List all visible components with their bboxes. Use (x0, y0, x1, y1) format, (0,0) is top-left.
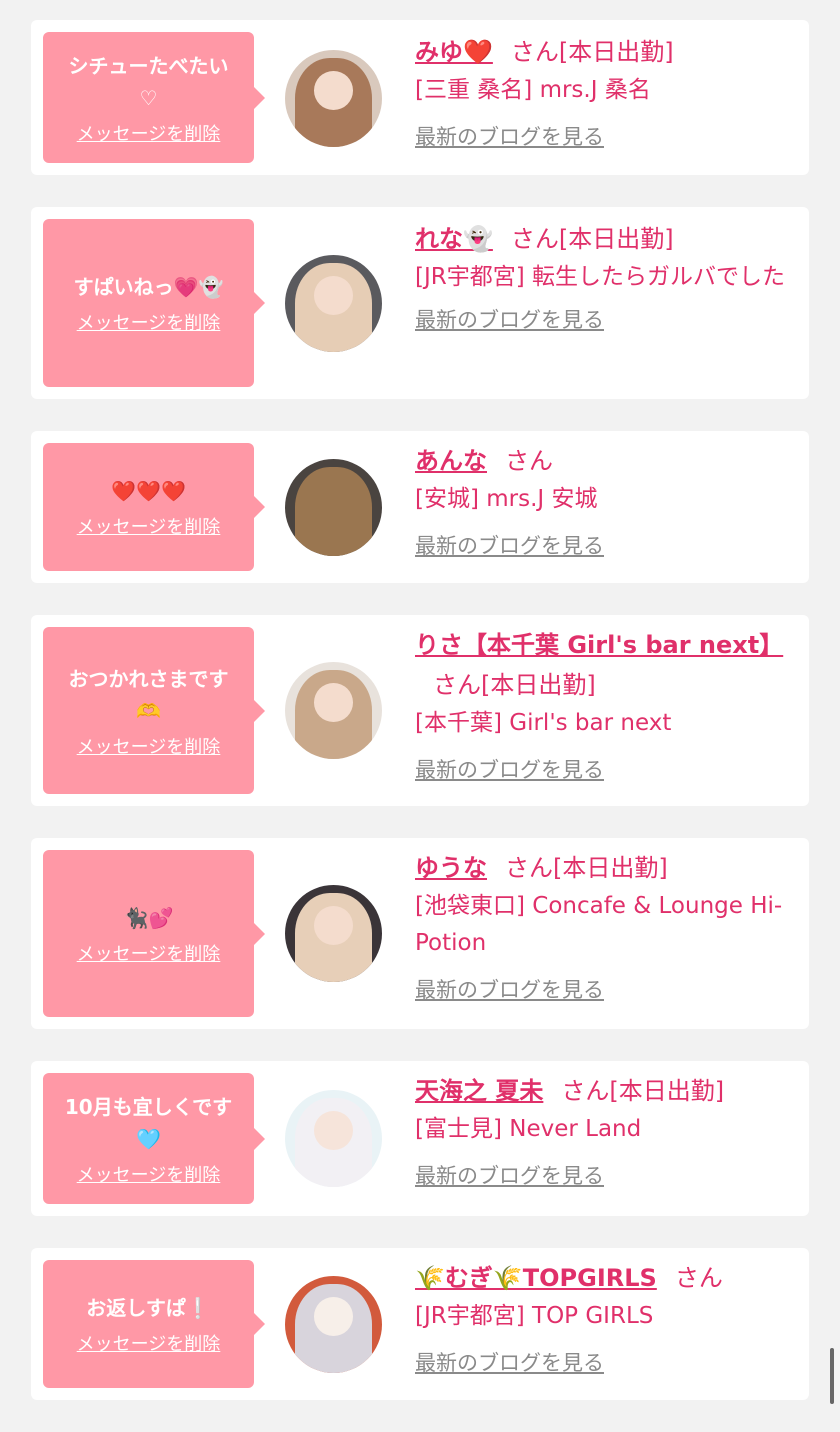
delete-message-link[interactable]: メッセージを削除 (77, 513, 221, 539)
attendance-status: [本日出勤] (558, 225, 674, 253)
message-text: おつかれさまです 🫶 (68, 666, 229, 723)
scrollbar[interactable] (830, 1348, 834, 1404)
latest-blog-link[interactable]: 最新のブログを見る (415, 530, 604, 560)
list-item: 10月も宜しくです 🩵 メッセージを削除 天海之 夏未 さん[本日出勤] [富士見… (31, 1061, 809, 1216)
message-bubble: ❤️❤️❤️ メッセージを削除 (43, 443, 265, 571)
shop-name: [JR宇都宮] TOP GIRLS (415, 1303, 654, 1329)
message-bubble: 🐈‍⬛💕 メッセージを削除 (43, 850, 265, 1017)
honorific: さん (561, 1077, 610, 1105)
message-bubble: お返しすぱ❕ メッセージを削除 (43, 1260, 265, 1388)
honorific: さん (433, 671, 481, 699)
list-item: お返しすぱ❕ メッセージを削除 🌾むぎ🌾TOPGIRLS さん [JR宇都宮] T… (31, 1248, 809, 1400)
avatar[interactable] (285, 50, 382, 147)
avatar[interactable] (285, 885, 382, 982)
message-bubble: すぱいねっ💗👻 メッセージを削除 (43, 219, 265, 387)
attendance-status: [本日出勤] (553, 854, 668, 882)
shop-name: [富士見] Never Land (415, 1116, 642, 1142)
message-bubble: 10月も宜しくです 🩵 メッセージを削除 (43, 1073, 265, 1204)
honorific: さん (510, 225, 559, 253)
delete-message-link[interactable]: メッセージを削除 (77, 120, 221, 146)
delete-message-link[interactable]: メッセージを削除 (77, 940, 221, 966)
avatar[interactable] (285, 662, 382, 759)
honorific: さん (674, 1264, 723, 1292)
honorific: さん (505, 854, 553, 882)
shop-name: [池袋東口] Concafe & Lounge Hi-Potion (415, 893, 783, 956)
delete-message-link[interactable]: メッセージを削除 (77, 309, 221, 335)
delete-message-link[interactable]: メッセージを削除 (77, 1330, 221, 1356)
attendance-status: [本日出勤] (558, 38, 674, 66)
message-bubble: おつかれさまです 🫶 メッセージを削除 (43, 627, 265, 794)
list-item: すぱいねっ💗👻 メッセージを削除 れな👻 さん[本日出勤] [JR宇都宮] 転生し… (31, 207, 809, 399)
latest-blog-link[interactable]: 最新のブログを見る (415, 121, 604, 151)
avatar[interactable] (285, 1090, 382, 1187)
message-text: シチューたべたい ♡ (68, 53, 229, 110)
list-item: 🐈‍⬛💕 メッセージを削除 ゆうな さん[本日出勤] [池袋東口] Concafe… (31, 838, 809, 1029)
list-item: おつかれさまです 🫶 メッセージを削除 りさ【本千葉 Girl's bar ne… (31, 615, 809, 806)
message-text: お返しすぱ❕ (86, 1296, 211, 1320)
honorific: さん (505, 447, 553, 475)
avatar[interactable] (285, 459, 382, 556)
honorific: さん (510, 38, 559, 66)
cast-name-link[interactable]: みゆ❤️ (415, 38, 493, 66)
latest-blog-link[interactable]: 最新のブログを見る (415, 1160, 604, 1190)
latest-blog-link[interactable]: 最新のブログを見る (415, 304, 604, 334)
message-text: 🐈‍⬛💕 (123, 905, 174, 930)
list-item: シチューたべたい ♡ メッセージを削除 みゆ❤️ さん[本日出勤] [三重 桑名]… (31, 20, 809, 175)
message-text: すぱいねっ💗👻 (73, 275, 224, 299)
delete-message-link[interactable]: メッセージを削除 (77, 733, 221, 759)
message-text: 10月も宜しくです 🩵 (64, 1094, 233, 1151)
shop-name: [三重 桑名] mrs.J 桑名 (415, 77, 651, 103)
cast-name-link[interactable]: れな👻 (415, 225, 493, 253)
list-item: ❤️❤️❤️ メッセージを削除 あんな さん [安城] mrs.J 安城 最新のブ… (31, 431, 809, 583)
shop-name: [本千葉] Girl's bar next (415, 710, 672, 736)
delete-message-link[interactable]: メッセージを削除 (77, 1161, 221, 1187)
shop-name: [JR宇都宮] 転生したらガルバでした (415, 264, 786, 290)
cast-name-link[interactable]: 🌾むぎ🌾TOPGIRLS (415, 1264, 657, 1292)
latest-blog-link[interactable]: 最新のブログを見る (415, 974, 604, 1004)
latest-blog-link[interactable]: 最新のブログを見る (415, 1347, 604, 1377)
avatar[interactable] (285, 1276, 382, 1373)
latest-blog-link[interactable]: 最新のブログを見る (415, 754, 604, 784)
cast-name-link[interactable]: あんな (415, 447, 487, 475)
shop-name: [安城] mrs.J 安城 (415, 486, 598, 512)
avatar[interactable] (285, 255, 382, 352)
cast-name-link[interactable]: 天海之 夏未 (415, 1077, 543, 1105)
attendance-status: [本日出勤] (609, 1077, 725, 1105)
message-text: ❤️❤️❤️ (111, 479, 186, 503)
cast-name-link[interactable]: ゆうな (415, 854, 487, 882)
message-list: シチューたべたい ♡ メッセージを削除 みゆ❤️ さん[本日出勤] [三重 桑名]… (31, 20, 809, 1432)
message-bubble: シチューたべたい ♡ メッセージを削除 (43, 32, 265, 163)
cast-name-link[interactable]: りさ【本千葉 Girl's bar next】 (415, 631, 783, 659)
attendance-status: [本日出勤] (481, 671, 596, 699)
